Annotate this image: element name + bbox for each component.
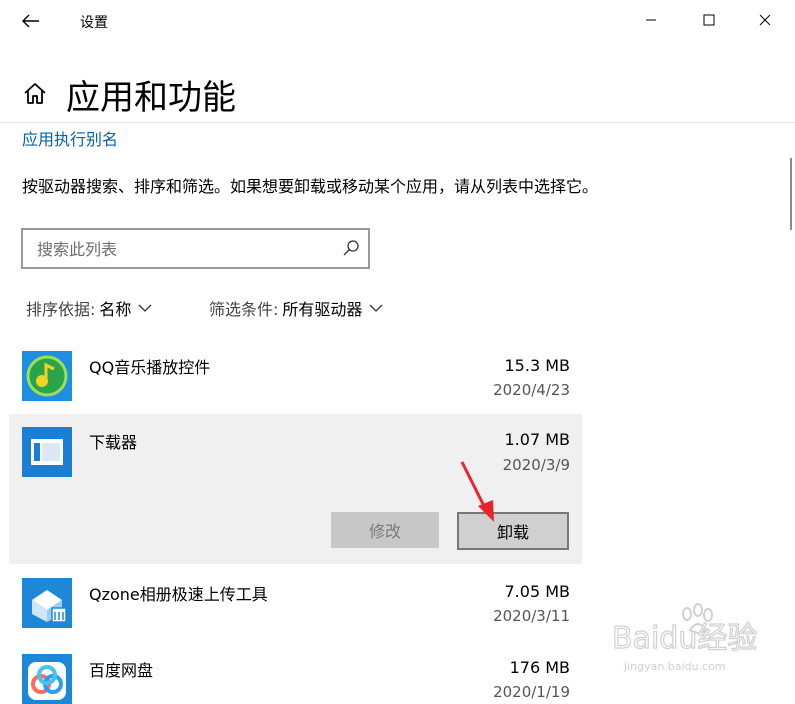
qzone-uploader-icon [22, 578, 72, 628]
home-icon[interactable] [22, 80, 48, 106]
baidu-netdisk-icon [22, 654, 72, 704]
watermark-url: jingyan.baidu.com [623, 660, 726, 673]
filter-label: 筛选条件: [209, 300, 279, 319]
watermark-text: Baidu经验 [612, 621, 757, 656]
maximize-icon [703, 14, 715, 26]
sort-label: 排序依据: [26, 300, 96, 319]
qq-music-icon [22, 351, 72, 401]
app-name: QQ音乐播放控件 [89, 358, 211, 377]
modify-button: 修改 [331, 512, 439, 548]
page-title: 应用和功能 [66, 78, 236, 118]
chevron-down-icon [138, 304, 152, 312]
header-divider [0, 122, 795, 123]
search-icon[interactable] [342, 239, 360, 257]
minimize-icon [646, 19, 656, 21]
maximize-button[interactable] [686, 0, 732, 40]
annotation-arrow-icon [460, 461, 494, 522]
sort-value: 名称 [99, 300, 132, 319]
app-list-item[interactable]: 百度网盘 176 MB 2020/1/19 [9, 642, 582, 704]
app-date: 2020/4/23 [493, 381, 570, 399]
scrollbar[interactable] [790, 158, 792, 230]
close-icon [759, 14, 771, 26]
baidu-jingyan-watermark: Baidu经验 jingyan.baidu.com [611, 603, 758, 673]
chevron-down-icon [369, 304, 383, 312]
app-date: 2020/3/9 [502, 456, 570, 474]
app-list-item[interactable]: QQ音乐播放控件 15.3 MB 2020/4/23 [9, 340, 582, 412]
app-name: Qzone相册极速上传工具 [89, 585, 268, 604]
app-size: 7.05 MB [504, 582, 571, 601]
downloader-icon [22, 427, 72, 477]
app-size: 176 MB [509, 658, 570, 677]
search-box[interactable] [21, 228, 370, 269]
title-bar: 设置 [0, 0, 795, 44]
back-arrow-icon [22, 14, 39, 28]
search-input[interactable] [35, 230, 339, 269]
sort-dropdown[interactable]: 排序依据: 名称 [26, 296, 155, 320]
description-text: 按驱动器搜索、排序和筛选。如果想要卸载或移动某个应用，请从列表中选择它。 [22, 177, 599, 196]
app-name: 百度网盘 [89, 661, 154, 680]
filter-dropdown[interactable]: 筛选条件: 所有驱动器 [209, 296, 386, 320]
minimize-button[interactable] [628, 0, 674, 40]
app-name: 下载器 [89, 433, 138, 452]
filter-value: 所有驱动器 [282, 300, 363, 319]
back-button[interactable] [14, 6, 48, 36]
app-size: 15.3 MB [504, 356, 571, 375]
close-button[interactable] [742, 0, 788, 40]
app-size: 1.07 MB [504, 430, 571, 449]
window-title: 设置 [80, 15, 108, 31]
app-date: 2020/3/11 [493, 607, 570, 625]
app-alias-link[interactable]: 应用执行别名 [22, 126, 118, 150]
app-date: 2020/1/19 [493, 683, 570, 701]
app-list-item[interactable]: Qzone相册极速上传工具 7.05 MB 2020/3/11 [9, 566, 582, 640]
